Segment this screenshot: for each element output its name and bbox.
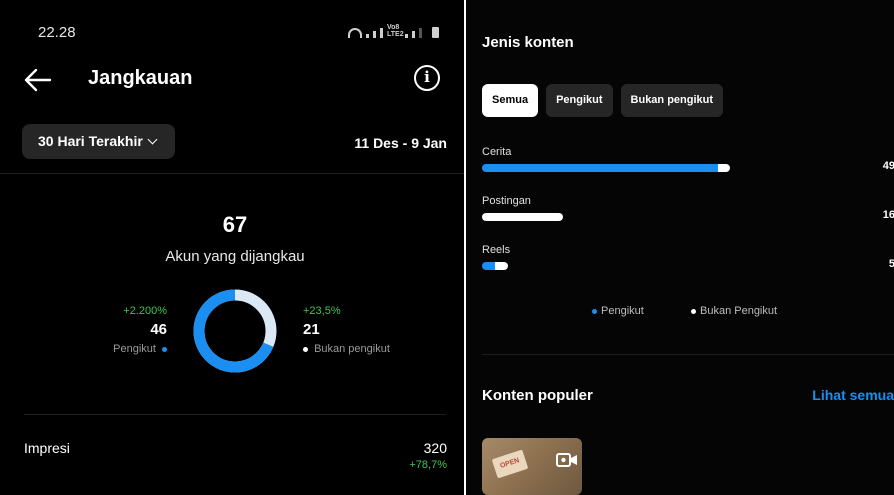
- tab-semua[interactable]: Semua: [482, 84, 539, 117]
- content-bar: [482, 164, 730, 172]
- popular-content-title: Konten populer: [482, 387, 593, 404]
- followers-label: Pengikut: [113, 343, 167, 355]
- content-bar: [482, 213, 563, 221]
- divider: [24, 414, 446, 415]
- reach-screen: 22.28 Vo8 LTE2 Jangkauan i 30 Hari Terak…: [0, 0, 464, 495]
- legend-non-followers: Bukan Pengikut: [691, 305, 777, 317]
- followers-count: 46: [150, 321, 167, 338]
- non-followers-bar: [717, 164, 730, 172]
- legend-followers-label: Pengikut: [601, 305, 644, 317]
- content-bar: [482, 262, 508, 270]
- followers-change: +2.200%: [123, 305, 167, 317]
- non-followers-label: Bukan pengikut: [303, 343, 390, 355]
- followers-label-text: Pengikut: [113, 343, 156, 355]
- info-icon[interactable]: i: [414, 65, 440, 91]
- video-icon: [556, 453, 577, 467]
- reach-donut-chart: [193, 289, 277, 373]
- content-row-value: 16: [882, 209, 894, 221]
- date-range-label: 30 Hari Terakhir: [38, 133, 143, 149]
- non-followers-dot-icon: [303, 346, 308, 352]
- content-row-stories: Cerita 49: [482, 146, 894, 172]
- see-all-link[interactable]: Lihat semua: [812, 387, 894, 403]
- status-time: 22.28: [38, 24, 76, 41]
- signal-bar: [419, 28, 422, 38]
- signal-bar: [380, 28, 383, 38]
- followers-bar: [482, 164, 718, 172]
- content-breakdown-screen: Jenis konten Semua Pengikut Bukan pengik…: [466, 0, 894, 495]
- accounts-reached-count: 67: [222, 212, 248, 237]
- volte-icon: Vo8 LTE2: [387, 24, 404, 38]
- followers-bar: [482, 262, 495, 270]
- content-type-title: Jenis konten: [482, 34, 574, 51]
- content-filter-tabs: Semua Pengikut Bukan pengikut: [482, 84, 724, 117]
- sticker-image: OPEN: [491, 449, 529, 479]
- battery-icon: [432, 27, 439, 38]
- popular-content-thumbnail[interactable]: OPEN: [482, 438, 582, 495]
- non-followers-bar: [495, 262, 508, 270]
- followers-dot-icon: [592, 308, 597, 314]
- signal-icon: [405, 34, 408, 38]
- non-followers-label-text: Bukan pengikut: [314, 343, 390, 355]
- tab-bukan-pengikut[interactable]: Bukan pengikut: [620, 84, 724, 117]
- arrow-left-icon[interactable]: [24, 67, 52, 93]
- signal-bar: [373, 31, 376, 38]
- date-range-dropdown[interactable]: 30 Hari Terakhir: [22, 124, 175, 159]
- content-row-posts: Postingan 16: [482, 195, 894, 221]
- content-row-label: Cerita: [482, 146, 512, 158]
- page-title: Jangkauan: [88, 67, 193, 89]
- legend-non-followers-label: Bukan Pengikut: [700, 305, 778, 317]
- non-followers-dot-icon: [691, 308, 696, 314]
- chevron-down-icon: [147, 134, 158, 145]
- divider: [482, 354, 894, 355]
- tab-pengikut[interactable]: Pengikut: [546, 84, 613, 117]
- status-icons: Vo8 LTE2: [348, 24, 439, 38]
- non-followers-change: +23,5%: [303, 305, 341, 317]
- impressions-label: Impresi: [24, 440, 70, 456]
- signal-bar: [412, 31, 415, 38]
- followers-dot-icon: [162, 346, 167, 352]
- non-followers-count: 21: [303, 321, 320, 338]
- date-range-text: 11 Des - 9 Jan: [354, 135, 447, 151]
- wifi-icon: [348, 28, 362, 38]
- content-row-value: 5: [888, 258, 894, 270]
- non-followers-bar: [482, 213, 563, 221]
- content-row-reels: Reels 5: [482, 244, 894, 270]
- content-row-label: Reels: [482, 244, 511, 256]
- content-row-label: Postingan: [482, 195, 531, 207]
- impressions-value: 320: [423, 440, 447, 456]
- info-glyph: i: [424, 68, 430, 86]
- divider: [0, 173, 464, 174]
- content-row-value: 49: [882, 160, 894, 172]
- accounts-reached-label: Akun yang dijangkau: [165, 248, 305, 265]
- legend-followers: Pengikut: [592, 305, 644, 317]
- impressions-change: +78,7%: [409, 459, 447, 471]
- signal-icon: [366, 34, 369, 38]
